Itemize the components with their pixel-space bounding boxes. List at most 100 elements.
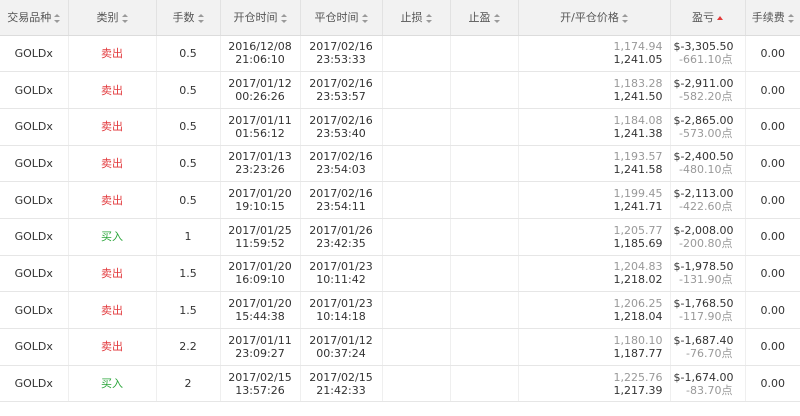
- profit-points: -582.20点: [679, 90, 733, 104]
- open-time: 19:10:15: [235, 200, 285, 214]
- close-date: 2017/01/12: [309, 333, 373, 347]
- open-time-cell: 2017/01/20 19:10:15: [220, 181, 301, 219]
- header-take-profit[interactable]: 止盈: [450, 0, 519, 36]
- open-price: 1,204.83: [613, 260, 663, 274]
- header-stop-loss[interactable]: 止损: [382, 0, 451, 36]
- close-price: 1,241.05: [613, 53, 663, 67]
- stop-loss-cell: [382, 255, 451, 293]
- close-time-cell: 2017/02/16 23:54:11: [300, 181, 383, 219]
- sort-icon[interactable]: [787, 13, 794, 23]
- fee-cell: 0.00: [745, 328, 800, 366]
- sort-icon[interactable]: [621, 13, 628, 23]
- sort-ascending-icon[interactable]: [717, 16, 723, 21]
- sort-icon[interactable]: [121, 13, 128, 23]
- profit-points: -573.00点: [679, 126, 733, 140]
- header-label: 类别: [96, 11, 119, 25]
- stop-loss-cell: [382, 108, 451, 146]
- profit-value: $-1,674.00: [673, 370, 734, 384]
- take-profit-cell: [450, 365, 519, 403]
- fee-cell: 0.00: [745, 255, 800, 293]
- fee-cell: 0.00: [745, 35, 800, 73]
- profit-points: -83.70点: [686, 383, 733, 397]
- close-date: 2017/02/16: [309, 187, 373, 201]
- open-price: 1,180.10: [613, 333, 663, 347]
- close-time: 23:54:11: [316, 200, 366, 214]
- header-open-close-price[interactable]: 开/平仓价格: [518, 0, 671, 36]
- symbol-cell: GOLDx: [0, 108, 69, 146]
- header-label: 交易品种: [7, 11, 52, 25]
- type-cell: 卖出: [68, 328, 157, 366]
- trade-history-table: 交易品种 类别 手数 开仓时间 平仓时间 止损 止盈 开/平仓价格 盈亏 手续费 GOLDx 卖出 0…: [0, 0, 800, 403]
- header-close-time[interactable]: 平仓时间: [300, 0, 383, 36]
- header-lots[interactable]: 手数: [156, 0, 221, 36]
- sort-icon[interactable]: [493, 13, 500, 23]
- sort-icon[interactable]: [425, 13, 432, 23]
- table-row[interactable]: GOLDx 买入 1 2017/01/25 11:59:52 2017/01/26 23:4…: [0, 218, 800, 256]
- lots-cell: 2.2: [156, 328, 221, 366]
- close-price: 1,185.69: [613, 236, 663, 250]
- profit-value: $-2,865.00: [673, 113, 734, 127]
- lots-cell: 0.5: [156, 181, 221, 219]
- open-time-cell: 2017/01/20 16:09:10: [220, 255, 301, 293]
- open-date: 2017/01/12: [228, 77, 292, 91]
- price-cell: 1,183.28 1,241.50: [518, 71, 671, 109]
- header-label: 止盈: [468, 11, 491, 25]
- table-row[interactable]: GOLDx 买入 2 2017/02/15 13:57:26 2017/02/15 21:4…: [0, 365, 800, 403]
- profit-value: $-1,768.50: [673, 297, 734, 311]
- table-row[interactable]: GOLDx 卖出 0.5 2017/01/20 19:10:15 2017/02/16 23…: [0, 181, 800, 219]
- close-time-cell: 2017/01/12 00:37:24: [300, 328, 383, 366]
- sort-icon[interactable]: [361, 13, 368, 23]
- open-time-cell: 2017/01/11 23:09:27: [220, 328, 301, 366]
- table-body: GOLDx 卖出 0.5 2016/12/08 21:06:10 2017/02/16 23…: [0, 35, 800, 403]
- lots-cell: 0.5: [156, 145, 221, 183]
- table-row[interactable]: GOLDx 卖出 0.5 2017/01/11 01:56:12 2017/02/16 23…: [0, 108, 800, 146]
- sort-icon[interactable]: [54, 13, 61, 23]
- open-time-cell: 2017/01/12 00:26:26: [220, 71, 301, 109]
- stop-loss-cell: [382, 145, 451, 183]
- header-row: 交易品种 类别 手数 开仓时间 平仓时间 止损 止盈 开/平仓价格 盈亏 手续费: [0, 0, 800, 36]
- header-open-time[interactable]: 开仓时间: [220, 0, 301, 36]
- close-time: 10:11:42: [316, 273, 366, 287]
- table-row[interactable]: GOLDx 卖出 0.5 2017/01/13 23:23:26 2017/02/16 23…: [0, 145, 800, 183]
- stop-loss-cell: [382, 181, 451, 219]
- profit-value: $-2,113.00: [673, 187, 734, 201]
- profit-cell: $-1,768.50 -117.90点: [670, 291, 746, 329]
- header-fee[interactable]: 手续费: [745, 0, 800, 36]
- header-profit[interactable]: 盈亏: [670, 0, 746, 36]
- type-cell: 卖出: [68, 291, 157, 329]
- header-type[interactable]: 类别: [68, 0, 157, 36]
- close-time-cell: 2017/01/23 10:11:42: [300, 255, 383, 293]
- close-time: 21:42:33: [316, 383, 366, 397]
- fee-cell: 0.00: [745, 145, 800, 183]
- fee-cell: 0.00: [745, 108, 800, 146]
- table-row[interactable]: GOLDx 卖出 2.2 2017/01/11 23:09:27 2017/01/12 00…: [0, 328, 800, 366]
- close-time: 00:37:24: [316, 346, 366, 360]
- open-time-cell: 2016/12/08 21:06:10: [220, 35, 301, 73]
- type-cell: 卖出: [68, 145, 157, 183]
- open-price: 1,184.08: [613, 113, 663, 127]
- type-cell: 卖出: [68, 255, 157, 293]
- close-price: 1,241.38: [613, 126, 663, 140]
- close-time: 23:53:33: [316, 53, 366, 67]
- header-symbol[interactable]: 交易品种: [0, 0, 69, 36]
- stop-loss-cell: [382, 328, 451, 366]
- profit-cell: $-3,305.50 -661.10点: [670, 35, 746, 73]
- sort-icon[interactable]: [280, 13, 287, 23]
- table-row[interactable]: GOLDx 卖出 1.5 2017/01/20 16:09:10 2017/01/23 10…: [0, 255, 800, 293]
- profit-value: $-3,305.50: [673, 40, 734, 54]
- profit-cell: $-1,978.50 -131.90点: [670, 255, 746, 293]
- take-profit-cell: [450, 181, 519, 219]
- price-cell: 1,184.08 1,241.38: [518, 108, 671, 146]
- take-profit-cell: [450, 218, 519, 256]
- table-row[interactable]: GOLDx 卖出 1.5 2017/01/20 15:44:38 2017/01/23 10…: [0, 291, 800, 329]
- open-price: 1,199.45: [613, 187, 663, 201]
- table-header: 交易品种 类别 手数 开仓时间 平仓时间 止损 止盈 开/平仓价格 盈亏 手续费: [0, 0, 800, 36]
- header-label: 手续费: [751, 11, 785, 25]
- lots-cell: 2: [156, 365, 221, 403]
- close-time-cell: 2017/02/16 23:53:40: [300, 108, 383, 146]
- profit-points: -661.10点: [679, 53, 733, 67]
- sort-icon[interactable]: [197, 13, 204, 23]
- table-row[interactable]: GOLDx 卖出 0.5 2017/01/12 00:26:26 2017/02/16 23…: [0, 71, 800, 109]
- table-row[interactable]: GOLDx 卖出 0.5 2016/12/08 21:06:10 2017/02/16 23…: [0, 35, 800, 73]
- symbol-cell: GOLDx: [0, 145, 69, 183]
